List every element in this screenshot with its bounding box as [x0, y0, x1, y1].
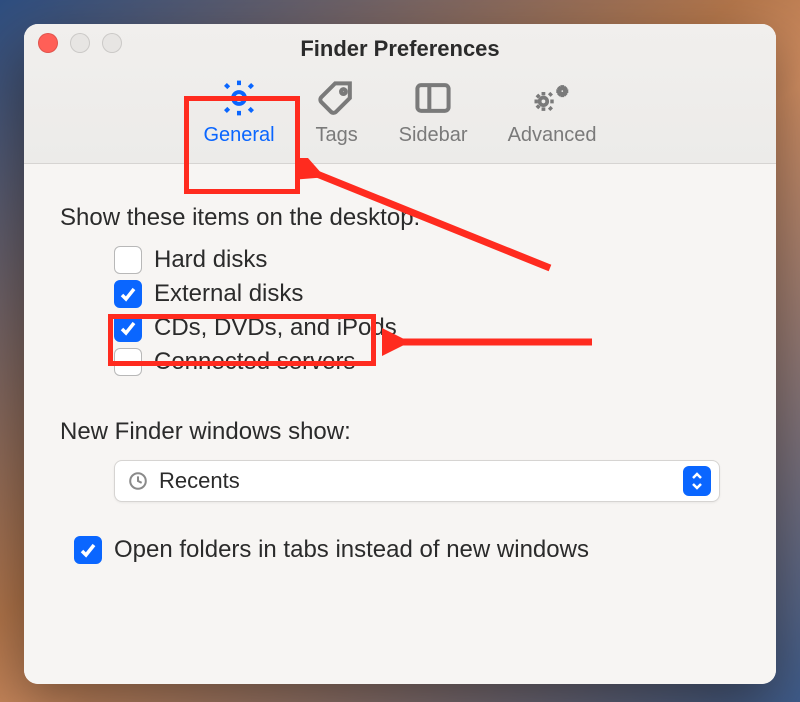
maximize-button[interactable]: [102, 33, 122, 53]
clock-icon: [127, 470, 149, 492]
finder-preferences-window: Finder Preferences General: [24, 24, 776, 684]
connected-servers-checkbox[interactable]: [114, 348, 142, 376]
tab-sidebar-label: Sidebar: [399, 124, 468, 147]
sidebar-icon: [411, 76, 455, 120]
cds-dvds-ipods-checkbox[interactable]: [114, 314, 142, 342]
new-window-select[interactable]: Recents: [114, 460, 720, 502]
external-disks-row[interactable]: External disks: [114, 280, 740, 308]
close-button[interactable]: [38, 33, 58, 53]
cds-dvds-ipods-row[interactable]: CDs, DVDs, and iPods: [114, 314, 740, 342]
open-folders-row[interactable]: Open folders in tabs instead of new wind…: [74, 536, 740, 564]
new-window-label: New Finder windows show:: [60, 418, 740, 446]
connected-servers-label: Connected servers: [154, 348, 355, 376]
tab-sidebar[interactable]: Sidebar: [393, 72, 474, 151]
open-folders-label: Open folders in tabs instead of new wind…: [114, 536, 589, 564]
new-window-selected: Recents: [159, 468, 240, 494]
cds-dvds-ipods-label: CDs, DVDs, and iPods: [154, 314, 397, 342]
external-disks-label: External disks: [154, 280, 303, 308]
gear-icon: [217, 76, 261, 120]
window-titlebar: Finder Preferences General: [24, 24, 776, 164]
tab-tags[interactable]: Tags: [309, 72, 365, 151]
connected-servers-row[interactable]: Connected servers: [114, 348, 740, 376]
hard-disks-checkbox[interactable]: [114, 246, 142, 274]
tab-tags-label: Tags: [316, 124, 358, 147]
tab-general[interactable]: General: [197, 72, 280, 151]
tab-advanced-label: Advanced: [508, 124, 597, 147]
tab-general-label: General: [203, 124, 274, 147]
hard-disks-label: Hard disks: [154, 246, 267, 274]
tab-advanced[interactable]: Advanced: [502, 72, 603, 151]
open-folders-checkbox[interactable]: [74, 536, 102, 564]
minimize-button[interactable]: [70, 33, 90, 53]
external-disks-checkbox[interactable]: [114, 280, 142, 308]
window-title: Finder Preferences: [38, 36, 762, 62]
hard-disks-row[interactable]: Hard disks: [114, 246, 740, 274]
desktop-background: Finder Preferences General: [0, 0, 800, 702]
show-on-desktop-label: Show these items on the desktop:: [60, 204, 740, 232]
gears-icon: [528, 76, 576, 120]
preferences-content: Show these items on the desktop: Hard di…: [24, 164, 776, 684]
preferences-toolbar: General Tags: [38, 72, 762, 157]
select-chevrons-icon: [683, 466, 711, 496]
tag-icon: [315, 76, 359, 120]
